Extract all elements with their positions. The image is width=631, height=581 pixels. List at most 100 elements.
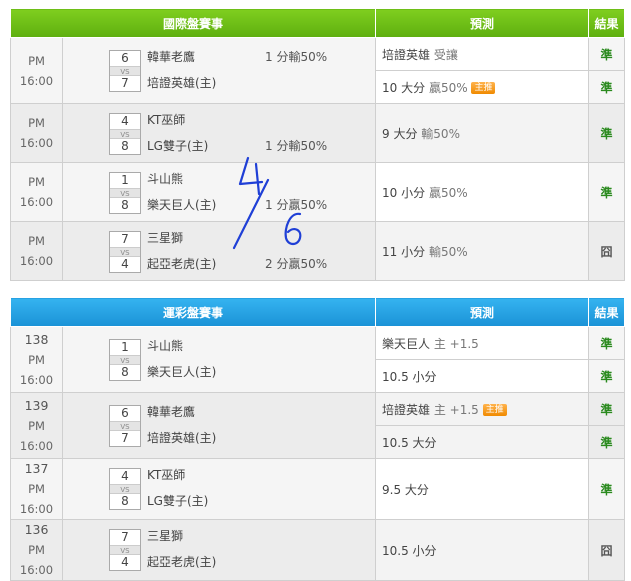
- prediction-cell: 10.5 小分: [375, 519, 590, 581]
- prediction-cell: 10 大分 贏50% 主推: [375, 70, 590, 104]
- vs-label: VS: [110, 129, 140, 139]
- result-cell: 準: [588, 70, 626, 104]
- prediction-text: 10 小分: [382, 185, 426, 200]
- home-score: 8: [121, 365, 129, 379]
- vs-label: VS: [110, 484, 140, 494]
- away-team-name: 三星獅: [147, 231, 184, 245]
- result-cell: 準: [588, 37, 626, 71]
- lottery-prediction-header: 預測: [375, 297, 590, 327]
- vs-label: VS: [110, 66, 140, 76]
- score-box: 7 VS 4: [109, 529, 141, 571]
- table-row: 139 PM 16:00 6 VS 7 韓華老鷹培證英雄(主) 培證英雄 主 +1.5 主推…: [10, 392, 626, 459]
- lottery-result-header: 結果: [588, 297, 626, 327]
- match-time-cell: 139 PM 16:00: [10, 392, 63, 459]
- home-team-name: LG雙子(主): [147, 494, 209, 508]
- away-score: 6: [121, 406, 129, 420]
- prediction-text: 10.5 小分: [382, 543, 437, 558]
- vs-label: VS: [110, 421, 140, 431]
- away-team-name: 三星獅: [147, 529, 184, 543]
- matchup-cell: 1 VS 8 斗山熊 樂天巨人(主) 1 分贏50%: [61, 162, 377, 222]
- away-score: 1: [121, 340, 129, 354]
- result-cell: 準: [588, 392, 626, 426]
- prediction-cell: 培證英雄 主 +1.5 主推: [375, 392, 590, 426]
- prediction-detail: 主 +1.5: [433, 336, 479, 351]
- table-row: PM 16:00 7 VS 4 三星獅 起亞老虎(主) 2 分贏50% 11 小分 輸50% 囧: [10, 221, 626, 281]
- match-number: 138: [24, 331, 49, 347]
- table-row: 138 PM 16:00 1 VS 8 斗山熊樂天巨人(主) 樂天巨人 主 +1.5 準: [10, 326, 626, 393]
- prediction-text: 培證英雄: [382, 47, 431, 62]
- home-team-name: 培證英雄(主): [147, 76, 217, 90]
- home-team-name: LG雙子(主): [147, 139, 209, 153]
- away-score: 6: [121, 51, 129, 65]
- prediction-text: 培證英雄: [382, 402, 431, 417]
- vs-label: VS: [110, 355, 140, 365]
- away-team-name: 韓華老鷹: [147, 405, 196, 419]
- vs-label: VS: [110, 188, 140, 198]
- away-team-name: 韓華老鷹: [147, 50, 196, 64]
- home-score: 7: [121, 76, 129, 90]
- match-time: PM 16:00: [19, 53, 54, 88]
- home-team-name: 樂天巨人(主): [147, 365, 217, 379]
- score-box: 4 VS 8: [109, 468, 141, 510]
- prediction-detail: 輸50%: [421, 126, 460, 141]
- home-score: 8: [121, 494, 129, 508]
- away-team-name: 斗山熊: [147, 339, 184, 353]
- result-cell: 準: [588, 162, 626, 222]
- vs-label: VS: [110, 247, 140, 257]
- match-time-cell: PM 16:00: [10, 103, 63, 163]
- away-score: 7: [121, 530, 129, 544]
- result-cell: 囧: [588, 519, 626, 581]
- away-score: 7: [121, 232, 129, 246]
- home-team-name: 樂天巨人(主): [147, 198, 217, 212]
- prediction-text: 樂天巨人: [382, 336, 431, 351]
- match-time: PM 16:00: [19, 234, 54, 268]
- prediction-detail: 贏50%: [428, 80, 468, 95]
- result-cell: 準: [588, 103, 626, 163]
- table-row: PM 16:00 4 VS 8 KT巫師 LG雙子(主) 1 分輸50% 9 大分 輸50% 準: [10, 103, 626, 163]
- match-time: PM 16:00: [19, 352, 54, 387]
- away-team-name: KT巫師: [147, 113, 186, 127]
- score-box: 7 VS 4: [109, 231, 141, 273]
- vs-label: VS: [110, 545, 140, 555]
- match-number: 139: [24, 397, 49, 413]
- prediction-cell: 10 小分 贏50%: [375, 162, 590, 222]
- away-score: 4: [121, 114, 129, 128]
- handwritten-score-annotation: [232, 156, 302, 250]
- prediction-text: 9 大分: [382, 126, 418, 141]
- match-time-cell: 138 PM 16:00: [10, 326, 63, 393]
- result-cell: 準: [588, 425, 626, 459]
- matchup-cell: 4 VS 8 KT巫師 LG雙子(主): [61, 458, 377, 520]
- prediction-cell: 9.5 大分: [375, 458, 590, 520]
- home-score: 4: [121, 555, 129, 569]
- match-time-cell: PM 16:00: [10, 37, 63, 104]
- match-time-cell: 136 PM 16:00: [10, 519, 63, 581]
- score-box: 6 VS 7: [109, 50, 141, 92]
- prediction-detail: 輸50%: [428, 244, 468, 259]
- table-row: 137 PM 16:00 4 VS 8 KT巫師 LG雙子(主) 9.5 大分 準: [10, 458, 626, 520]
- home-team-name: 培證英雄(主): [147, 431, 217, 445]
- result-cell: 囧: [588, 221, 626, 281]
- away-score: 4: [121, 469, 129, 483]
- matchup-cell: 4 VS 8 KT巫師 LG雙子(主) 1 分輸50%: [61, 103, 377, 163]
- match-time: PM 16:00: [19, 418, 54, 453]
- score-box: 1 VS 8: [109, 172, 141, 214]
- prediction-detail: 主 +1.5: [433, 402, 479, 417]
- match-time-cell: PM 16:00: [10, 221, 63, 281]
- lottery-match-header: 運彩盤賽事: [9, 297, 377, 327]
- match-time-cell: 137 PM 16:00: [10, 458, 63, 520]
- result-cell: 準: [588, 326, 626, 360]
- matchup-cell: 7 VS 4 三星獅 起亞老虎(主) 2 分贏50%: [61, 221, 377, 281]
- prediction-text: 9.5 大分: [382, 482, 429, 497]
- matchup-cell: 7 VS 4 三星獅 起亞老虎(主): [61, 519, 377, 581]
- prediction-cell: 培證英雄 受讓: [375, 37, 590, 71]
- featured-pick-badge: 主推: [482, 404, 507, 416]
- international-match-header: 國際盤賽事: [9, 8, 377, 38]
- table-row: PM 16:00 6 VS 7 韓華老鷹培證英雄(主) 1 分輸50% 培證英雄 受讓準: [10, 37, 626, 104]
- table-row: 136 PM 16:00 7 VS 4 三星獅 起亞老虎(主) 10.5 小分 囧: [10, 519, 626, 581]
- handicap-odds: 1 分輸50%: [265, 50, 328, 64]
- home-score: 7: [121, 431, 129, 445]
- away-team-name: 斗山熊: [147, 172, 184, 186]
- score-box: 1 VS 8: [109, 339, 141, 381]
- away-score: 1: [121, 173, 129, 187]
- prediction-text: 10 大分: [382, 80, 426, 95]
